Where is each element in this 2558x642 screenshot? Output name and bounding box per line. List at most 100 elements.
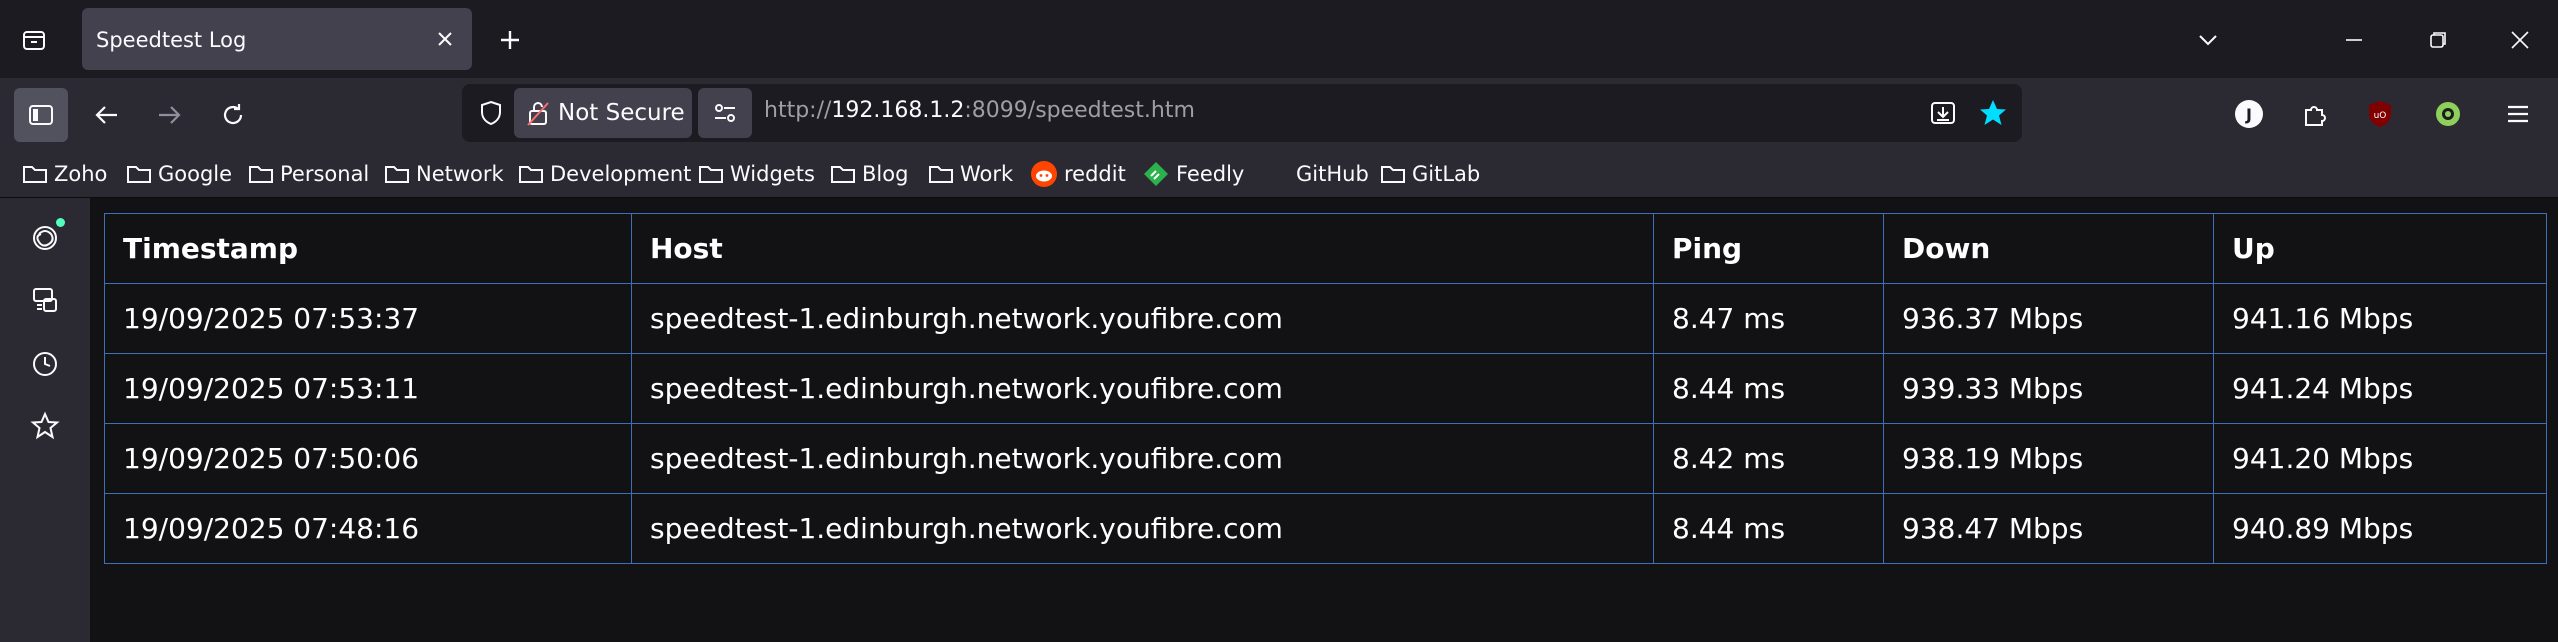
ai-chatbot-icon[interactable] [25,218,65,258]
cell-timestamp: 19/09/2025 07:50:06 [104,423,632,494]
url-host: 192.168.1.2 [831,98,965,123]
bookmark-blog[interactable]: Blog [830,158,908,190]
url-bar[interactable]: Not Secure http://192.168.1.2:8099/speed… [462,84,2022,142]
not-secure-indicator[interactable]: Not Secure [514,88,692,138]
bookmark-label: Zoho [54,162,108,186]
bookmark-development[interactable]: Development [518,158,691,190]
reload-icon[interactable] [206,88,260,142]
cell-host: speedtest-1.edinburgh.network.youfibre.c… [631,493,1654,564]
bookmark-google[interactable]: Google [126,158,232,190]
header-up: Up [2213,213,2547,284]
tab-strip: Speedtest Log [0,0,2558,78]
cell-down: 938.19 Mbps [1883,423,2214,494]
new-tab-icon[interactable] [490,20,530,60]
bookmark-feedly[interactable]: Feedly [1142,158,1244,190]
bookmarks-star-icon[interactable] [25,406,65,446]
tab-list-icon[interactable] [14,20,54,60]
bookmark-widgets[interactable]: Widgets [698,158,815,190]
cell-down: 936.37 Mbps [1883,283,2214,354]
cell-up: 940.89 Mbps [2213,493,2547,564]
bookmark-network[interactable]: Network [384,158,504,190]
reddit-icon [1031,161,1057,187]
bookmark-star-icon[interactable] [1976,96,2010,130]
bookmark-label: Blog [862,162,909,186]
extensions-puzzle-icon[interactable] [2294,94,2334,134]
bookmark-label: Personal [280,162,370,186]
forward-icon[interactable] [142,88,196,142]
table-row: 19/09/2025 07:48:16 speedtest-1.edinburg… [104,493,2547,564]
bookmark-label: reddit [1064,162,1126,186]
header-timestamp: Timestamp [104,213,632,284]
table-header-row: Timestamp Host Ping Down Up [104,213,2547,284]
tab-title: Speedtest Log [96,28,247,52]
shield-icon[interactable] [474,96,508,130]
cell-up: 941.16 Mbps [2213,283,2547,354]
svg-text:uO: uO [2374,111,2387,121]
menu-icon[interactable] [2498,94,2538,134]
cell-host: speedtest-1.edinburgh.network.youfibre.c… [631,353,1654,424]
navigation-toolbar: Not Secure http://192.168.1.2:8099/speed… [0,78,2558,150]
chevron-down-icon[interactable] [2188,20,2228,60]
cell-down: 938.47 Mbps [1883,493,2214,564]
minimize-icon[interactable] [2334,20,2374,60]
header-host: Host [631,213,1654,284]
folder-icon [23,166,47,183]
url-text: http://192.168.1.2:8099/speedtest.htm [764,98,1195,123]
back-icon[interactable] [80,88,134,142]
folder-icon [249,166,273,183]
bookmark-label: Development [550,162,692,186]
bookmark-label: GitLab [1412,162,1481,186]
folder-icon [831,166,855,183]
github-icon [1264,162,1288,186]
bookmark-label: Google [158,162,233,186]
bookmarks-toolbar: Zoho Google Personal Network Development… [0,150,2558,198]
bookmark-label: Work [960,162,1014,186]
url-path: :8099/speedtest.htm [964,98,1195,123]
header-ping: Ping [1653,213,1884,284]
cell-host: speedtest-1.edinburgh.network.youfibre.c… [631,283,1654,354]
download-page-icon[interactable] [1926,96,1960,130]
bookmark-label: Feedly [1176,162,1245,186]
extension-green-icon[interactable] [2428,94,2468,134]
table-row: 19/09/2025 07:50:06 speedtest-1.edinburg… [104,423,2547,494]
bookmark-label: GitHub [1296,162,1369,186]
bookmark-reddit[interactable]: reddit [1030,158,1126,190]
table-row: 19/09/2025 07:53:11 speedtest-1.edinburg… [104,353,2547,424]
restore-icon[interactable] [2418,20,2458,60]
cell-ping: 8.42 ms [1653,423,1884,494]
folder-icon [929,166,953,183]
account-avatar-icon[interactable]: J [2229,94,2269,134]
notification-dot [56,218,65,227]
close-icon[interactable] [432,26,458,52]
bookmark-gitlab[interactable]: GitLab [1380,158,1480,190]
table-row: 19/09/2025 07:53:37 speedtest-1.edinburg… [104,283,2547,354]
cell-up: 941.24 Mbps [2213,353,2547,424]
cell-host: speedtest-1.edinburgh.network.youfibre.c… [631,423,1654,494]
page-content: Timestamp Host Ping Down Up 19/09/2025 0… [90,198,2558,642]
cell-up: 941.20 Mbps [2213,423,2547,494]
folder-icon [699,166,723,183]
tab-speedtest-log[interactable]: Speedtest Log [82,8,472,70]
folder-icon [1381,166,1405,183]
cell-down: 939.33 Mbps [1883,353,2214,424]
url-scheme: http:// [764,98,832,123]
bookmark-personal[interactable]: Personal [248,158,369,190]
cell-timestamp: 19/09/2025 07:53:11 [104,353,632,424]
sidebar-toggle-icon[interactable] [14,88,68,142]
bookmark-zoho[interactable]: Zoho [22,158,107,190]
feedly-icon [1144,162,1168,186]
cell-ping: 8.44 ms [1653,353,1884,424]
speedtest-table: Timestamp Host Ping Down Up 19/09/2025 0… [104,213,2547,564]
bookmark-work[interactable]: Work [928,158,1013,190]
bookmark-label: Network [416,162,504,186]
synced-tabs-icon[interactable] [25,280,65,320]
history-icon[interactable] [25,344,65,384]
permissions-icon[interactable] [698,88,752,138]
cell-ping: 8.47 ms [1653,283,1884,354]
avatar-letter: J [2245,105,2252,124]
bookmark-github[interactable]: GitHub [1262,158,1369,190]
folder-icon [127,166,151,183]
ublock-origin-icon[interactable]: uO [2360,94,2400,134]
close-window-icon[interactable] [2500,20,2540,60]
folder-icon [385,166,409,183]
